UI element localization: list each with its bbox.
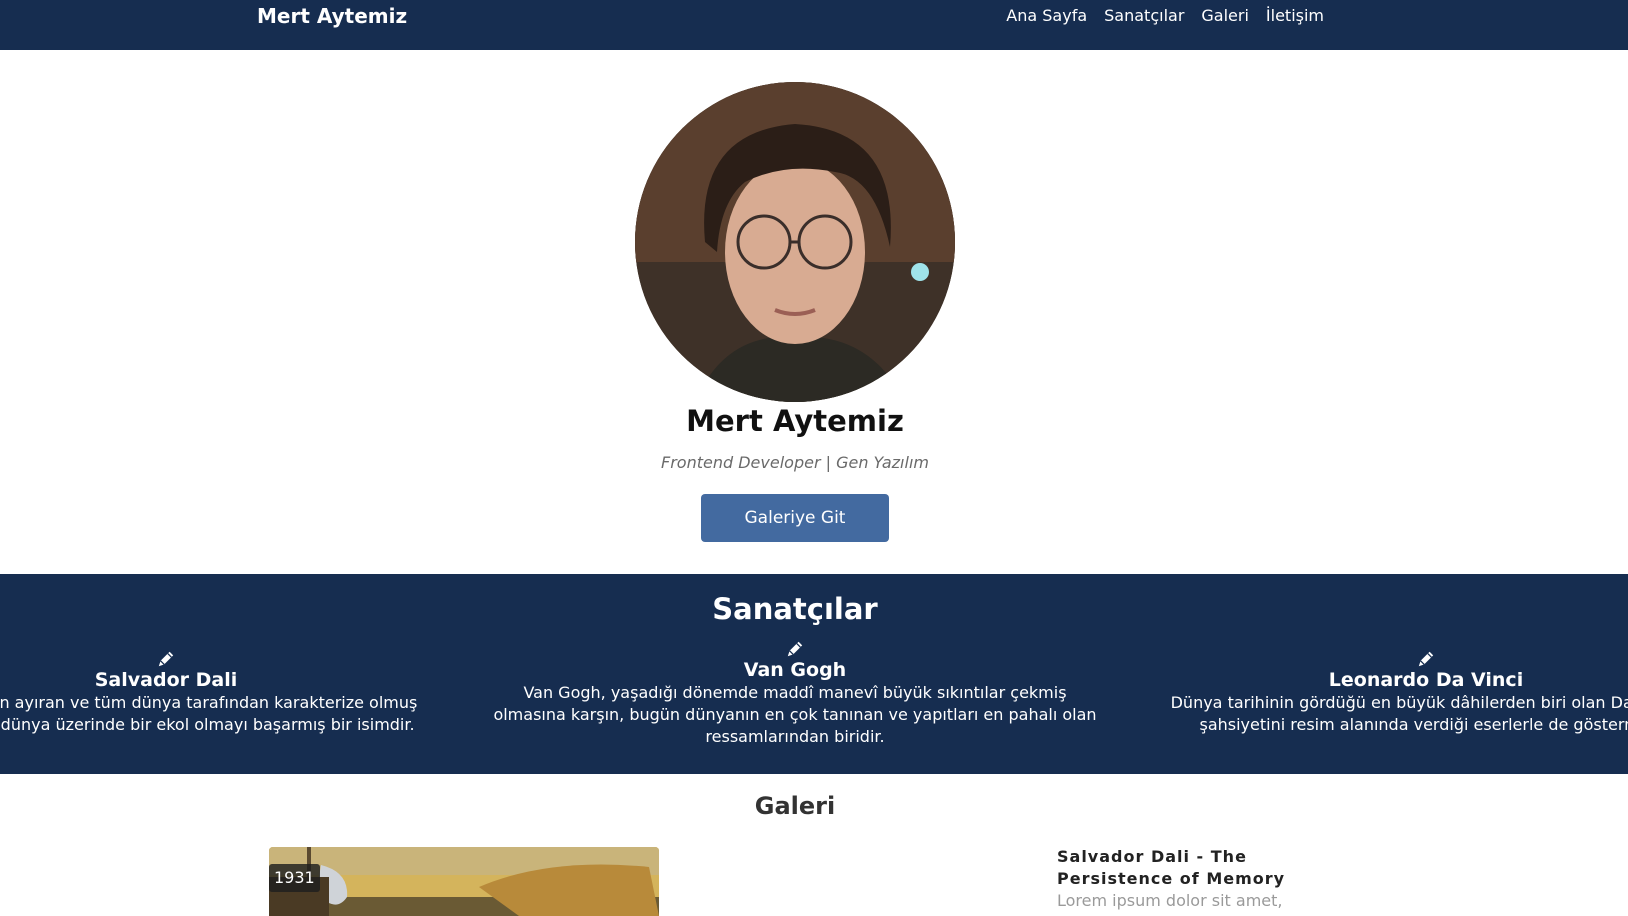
hero-name: Mert Aytemiz [686,404,904,438]
artist-name: Van Gogh [743,659,847,681]
pencil-icon [787,641,803,657]
gallery-caption-text: Lorem ipsum dolor sit amet, [1057,891,1283,910]
painting-image[interactable] [269,847,659,916]
artist-desc-line: n herkesten ayıran ve tüm dünya tarafınd… [0,693,418,712]
artist-desc-line: şahsiyetini resim alanında verdiği eserl… [1199,715,1628,734]
artist-card-leonardo-da-vinci: Leonardo Da Vinci Dünya tarihinin gördüğ… [1130,650,1628,736]
brand-logo[interactable]: Mert Aytemiz [257,2,407,30]
artist-card-van-gogh: Van Gogh Van Gogh, yaşadığı dönemde madd… [488,640,1102,748]
nav-link-sanatcilar[interactable]: Sanatçılar [1104,2,1184,30]
pencil-icon [158,651,174,667]
artist-name: Salvador Dali [94,669,238,691]
gallery-button[interactable]: Galeriye Git [701,494,889,542]
nav-links: Ana Sayfa Sanatçılar Galeri İletişim [1006,2,1324,30]
pencil-icon [1418,651,1434,667]
artists-section: Sanatçılar Salvador Dali n herkesten ayı… [0,574,1628,774]
nav-link-ana-sayfa[interactable]: Ana Sayfa [1006,2,1087,30]
artists-title: Sanatçılar [712,592,878,626]
artist-card-salvador-dali: Salvador Dali n herkesten ayıran ve tüm … [0,650,462,736]
artist-name: Leonardo Da Vinci [1328,669,1524,691]
top-navbar: Mert Aytemiz Ana Sayfa Sanatçılar Galeri… [0,0,1628,50]
artist-desc-line: şı tavrıyla dünya üzerinde bir ekol olma… [0,715,415,734]
year-badge: 1931 [269,864,320,892]
hero-subtitle: Frontend Developer | Gen Yazılım [661,453,929,472]
artist-desc-line: Dünya tarihinin gördüğü en büyük dâhiler… [1170,693,1628,712]
nav-link-iletisim[interactable]: İletişim [1266,2,1324,30]
gallery-caption-title: Salvador Dali - The Persistence of Memor… [1057,847,1286,888]
gallery-title: Galeri [754,792,836,820]
profile-avatar [635,82,955,402]
artist-desc: Van Gogh, yaşadığı dönemde maddî manevî … [493,683,1097,746]
nav-link-galeri[interactable]: Galeri [1201,2,1249,30]
